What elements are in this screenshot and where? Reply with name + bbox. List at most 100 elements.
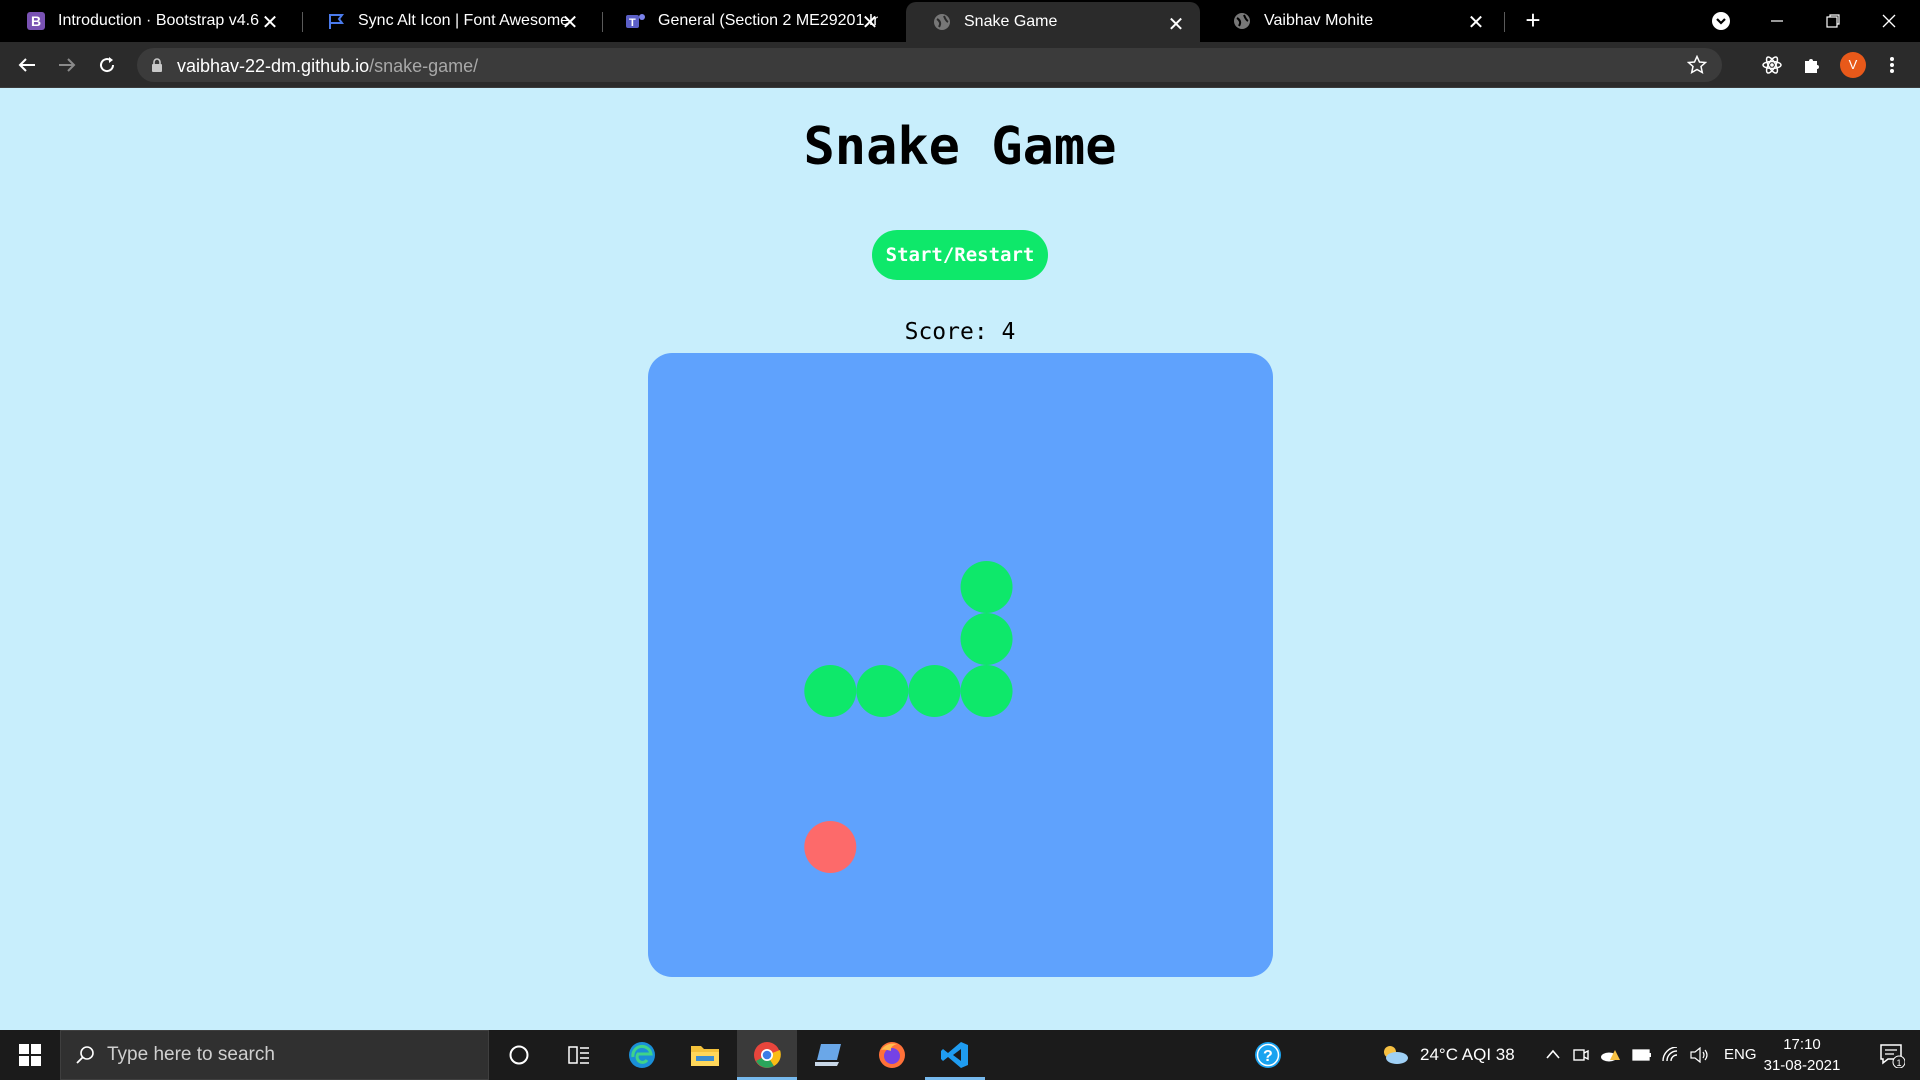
arrow-right-icon <box>59 58 76 72</box>
battery-icon[interactable] <box>1632 1049 1652 1061</box>
font-awesome-flag-icon <box>326 11 346 31</box>
extensions-button[interactable] <box>1797 50 1827 80</box>
chevron-up-icon[interactable] <box>1545 1048 1561 1062</box>
tab-search-button[interactable] <box>1698 0 1744 42</box>
vscode-icon <box>941 1042 968 1068</box>
page-content: Snake Game Start/Restart Score: 4 <box>0 89 1920 1030</box>
start-restart-button[interactable]: Start/Restart <box>872 230 1048 280</box>
tab-snake-game[interactable]: Snake Game ✕ <box>906 2 1200 42</box>
cortana-button[interactable] <box>489 1030 549 1080</box>
restore-icon <box>1826 14 1840 28</box>
laptop-app-icon <box>815 1044 841 1066</box>
task-view-button[interactable] <box>549 1030 609 1080</box>
snake-segment <box>960 613 1013 665</box>
globe-icon <box>932 12 952 32</box>
url-host: vaibhav-22-dm.github.io <box>177 56 370 76</box>
close-tab-icon[interactable]: ✕ <box>1166 12 1186 37</box>
notification-count: 1 <box>1897 1058 1902 1068</box>
taskbar-app[interactable] <box>800 1030 860 1080</box>
start-button[interactable] <box>0 1030 60 1080</box>
notification-center-button[interactable]: 1 <box>1862 1030 1920 1080</box>
task-view-icon <box>568 1046 589 1064</box>
minimize-button[interactable] <box>1754 0 1800 42</box>
clock-date: 31-08-2021 <box>1763 1057 1841 1074</box>
game-board[interactable] <box>648 353 1273 977</box>
weather-text[interactable]: 24°C AQI 38 <box>1420 1045 1515 1065</box>
speaker-icon[interactable] <box>1690 1047 1710 1063</box>
puzzle-icon <box>1805 59 1819 73</box>
snake-head <box>960 561 1013 613</box>
wifi-icon[interactable] <box>1662 1047 1682 1063</box>
svg-text:B: B <box>31 13 41 29</box>
bootstrap-icon: B <box>26 11 46 31</box>
minimize-icon <box>1771 20 1783 22</box>
onedrive-warning-icon[interactable] <box>1600 1047 1620 1063</box>
browser-menu-button[interactable] <box>1877 50 1907 80</box>
meet-now-icon[interactable] <box>1573 1047 1589 1063</box>
taskbar-firefox[interactable] <box>862 1030 922 1080</box>
taskbar-file-explorer[interactable] <box>675 1030 735 1080</box>
score-display: Score: 4 <box>904 319 1016 345</box>
close-tab-icon[interactable]: ✕ <box>560 10 580 35</box>
search-icon <box>76 1046 94 1064</box>
tab-font-awesome[interactable]: Sync Alt Icon | Font Awesome ✕ <box>300 0 594 42</box>
back-button[interactable] <box>12 50 42 80</box>
url-text: vaibhav-22-dm.github.io/snake-game/ <box>177 56 478 77</box>
new-tab-button[interactable]: + <box>1518 6 1548 36</box>
chevron-down-icon <box>1712 12 1730 30</box>
taskbar-chrome[interactable] <box>737 1030 797 1080</box>
tab-title: Sync Alt Icon | Font Awesome <box>358 12 570 29</box>
chrome-icon <box>754 1042 781 1068</box>
windows-logo-icon <box>19 1044 41 1066</box>
tab-title: Vaibhav Mohite <box>1264 12 1374 29</box>
close-tab-icon[interactable]: ✕ <box>260 10 280 35</box>
tab-vaibhav-mohite[interactable]: Vaibhav Mohite ✕ <box>1206 0 1500 42</box>
weather-cloud-icon[interactable] <box>1380 1043 1410 1067</box>
snake-segment <box>856 665 909 717</box>
kebab-menu-icon <box>1890 57 1894 73</box>
snake-segment <box>960 665 1013 717</box>
lock-icon <box>152 58 162 72</box>
taskbar-help[interactable]: ? <box>1238 1030 1298 1080</box>
close-tab-icon[interactable]: ✕ <box>1466 10 1486 35</box>
language-indicator[interactable]: ENG <box>1724 1046 1757 1063</box>
snake-segment <box>908 665 961 717</box>
react-devtools-extension[interactable] <box>1757 50 1787 80</box>
restore-button[interactable] <box>1810 0 1856 42</box>
browser-toolbar: vaibhav-22-dm.github.io/snake-game/ V <box>0 42 1920 88</box>
tab-strip: B Introduction · Bootstrap v4.6 ✕ Sync A… <box>0 0 1920 42</box>
teams-icon: T <box>626 11 646 31</box>
snake-segment <box>804 665 857 717</box>
close-window-button[interactable] <box>1866 0 1912 42</box>
taskbar-edge[interactable] <box>612 1030 672 1080</box>
profile-avatar[interactable]: V <box>1840 52 1866 78</box>
tab-bootstrap[interactable]: B Introduction · Bootstrap v4.6 ✕ <box>0 0 294 42</box>
close-tab-icon[interactable]: ✕ <box>860 10 880 35</box>
globe-icon <box>1232 11 1252 31</box>
tab-title: Introduction · Bootstrap v4.6 <box>58 12 259 29</box>
notification-icon: 1 <box>1880 1044 1905 1068</box>
atom-icon <box>1762 56 1782 74</box>
svg-text:T: T <box>629 17 636 29</box>
firefox-icon <box>879 1042 905 1068</box>
game-canvas <box>804 561 1013 873</box>
svg-text:?: ? <box>1263 1048 1273 1065</box>
arrow-left-icon <box>18 58 35 72</box>
forward-button[interactable] <box>52 50 82 80</box>
reload-icon <box>100 57 115 73</box>
tab-title: Snake Game <box>964 13 1058 30</box>
taskbar-search-box[interactable]: Type here to search <box>60 1030 489 1080</box>
clock-time: 17:10 <box>1783 1036 1821 1053</box>
clock[interactable]: 17:10 31-08-2021 <box>1756 1034 1848 1076</box>
search-placeholder: Type here to search <box>107 1044 275 1065</box>
close-icon <box>1882 14 1896 28</box>
food-dot <box>804 821 857 873</box>
bookmark-star-icon[interactable] <box>1687 55 1707 75</box>
taskbar-vscode[interactable] <box>925 1030 985 1080</box>
reload-button[interactable] <box>92 50 122 80</box>
address-bar[interactable]: vaibhav-22-dm.github.io/snake-game/ <box>137 48 1722 82</box>
url-path: /snake-game/ <box>369 56 479 76</box>
tab-teams-general[interactable]: T General (Section 2 ME29201 Intro ✕ <box>600 0 894 42</box>
page-title: Snake Game <box>803 117 1117 177</box>
cortana-circle-icon <box>509 1045 529 1065</box>
